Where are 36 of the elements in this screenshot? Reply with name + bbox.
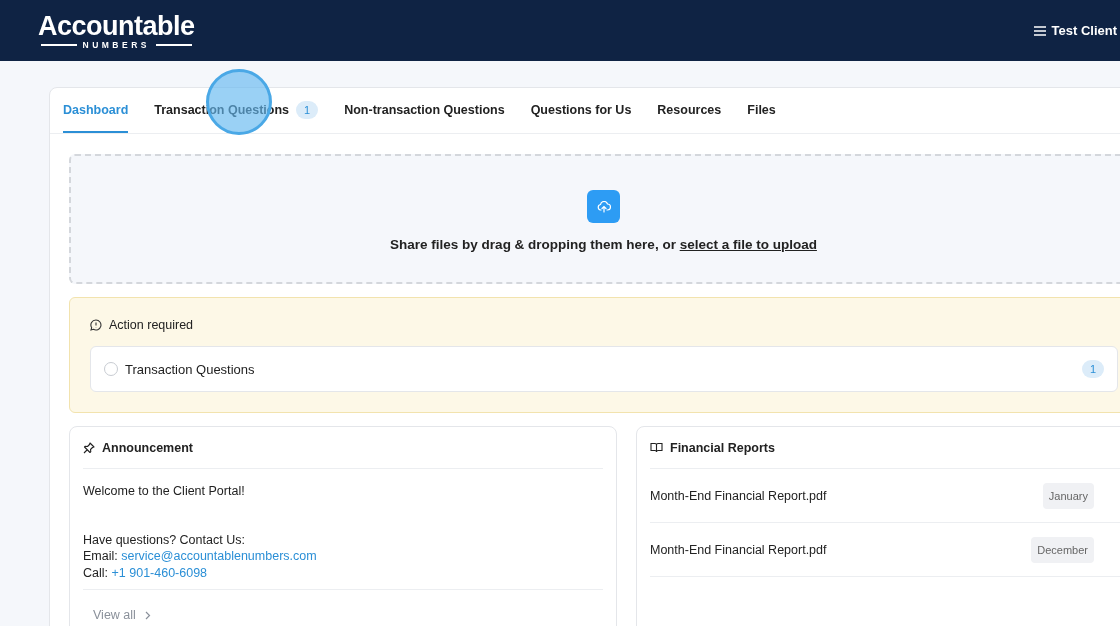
announcement-title: Announcement: [102, 440, 193, 455]
select-file-link[interactable]: select a file to upload: [679, 237, 817, 252]
count-badge: 1: [296, 100, 319, 119]
menu-icon: [1033, 25, 1046, 36]
call-label: Call:: [83, 565, 108, 580]
welcome-text: Welcome to the Client Portal!: [83, 483, 246, 500]
pin-icon: [83, 441, 95, 454]
email-link[interactable]: service@accountablenumbers.com: [121, 549, 317, 563]
count-badge: 1: [1081, 360, 1104, 378]
alert-chat-icon: [90, 319, 102, 331]
action-item[interactable]: Transaction Questions 1: [90, 346, 1118, 392]
report-file-name: Month-End Financial Report.pdf: [650, 542, 827, 557]
logo[interactable]: Accountable NUMBERS: [38, 11, 195, 50]
upload-button[interactable]: [587, 190, 620, 223]
action-required-title: Action required: [109, 318, 194, 332]
report-row[interactable]: Month-End Financial Report.pdf January: [650, 469, 1120, 523]
book-icon: [650, 442, 663, 453]
report-row[interactable]: Month-End Financial Report.pdf December: [650, 523, 1120, 577]
email-label: Email:: [83, 549, 118, 563]
financial-reports-title: Financial Reports: [670, 440, 775, 455]
tab[interactable]: Dashboard: [63, 88, 129, 133]
tab[interactable]: Questions for Us: [530, 88, 632, 133]
phone-link[interactable]: +1 901-460-6098: [111, 565, 208, 580]
chevron-right-icon: [144, 610, 151, 620]
report-file-name: Month-End Financial Report.pdf: [650, 488, 827, 503]
cloud-upload-icon: [596, 200, 611, 213]
action-item-label: Transaction Questions: [125, 361, 255, 377]
tab[interactable]: Files: [747, 88, 776, 133]
period-tag: December: [1031, 536, 1094, 563]
upload-instructions: Share files by drag & dropping them here, or select a file to upload: [390, 237, 817, 252]
tab[interactable]: Resources: [657, 88, 722, 133]
user-menu-button[interactable]: Test Client: [1033, 23, 1120, 38]
upload-drop-zone[interactable]: Share files by drag & dropping them here, or select a file to upload: [69, 154, 1120, 284]
contact-heading: Have questions? Contact Us:: [83, 531, 246, 548]
tab[interactable]: Non-transaction Questions: [344, 88, 505, 133]
period-tag: January: [1042, 482, 1094, 509]
